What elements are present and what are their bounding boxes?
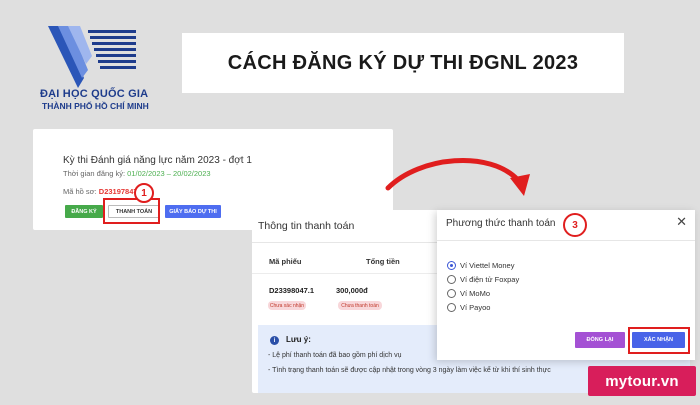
- watermark-text: mytour.vn: [605, 372, 679, 390]
- red-arrow-icon: [385, 157, 530, 196]
- payment-code: D23398047.1: [269, 286, 315, 295]
- application-code-value: D23197847: [98, 187, 138, 196]
- status-badge-unconfirmed: Chưa xác nhận: [268, 301, 306, 310]
- modal-title: Phương thức thanh toán: [446, 218, 556, 229]
- radio-selected-icon[interactable]: [447, 261, 456, 270]
- payment-option-viettel-money[interactable]: Ví Viettel Money: [447, 261, 514, 270]
- university-logo-icon: [48, 26, 136, 88]
- watermark-logo: mytour.vn: [588, 366, 696, 396]
- column-header-code: Mã phiếu: [269, 257, 302, 266]
- note-title: Lưu ý:: [286, 335, 311, 344]
- payment-option-label: Ví điện tử Foxpay: [460, 275, 520, 284]
- divider: [252, 242, 437, 243]
- university-logo: ĐẠI HỌC QUỐC GIA THÀNH PHỐ HỒ CHÍ MINH: [40, 26, 170, 111]
- payment-option-foxpay[interactable]: Ví điện tử Foxpay: [447, 275, 519, 284]
- note-line-1: - Lệ phí thanh toán đã bao gồm phí dịch …: [268, 352, 402, 359]
- radio-icon[interactable]: [447, 289, 456, 298]
- close-icon[interactable]: ✕: [676, 214, 687, 230]
- pay-button-highlight: [103, 198, 160, 224]
- registration-time-label: Thời gian đăng ký:: [63, 169, 126, 178]
- application-code-label: Mã hồ sơ:: [63, 187, 97, 196]
- page-title: CÁCH ĐĂNG KÝ DỰ THI ĐGNL 2023: [227, 51, 579, 74]
- application-code: Mã hồ sơ: D23197847: [63, 187, 138, 196]
- payment-option-label: Ví MoMo: [460, 289, 491, 298]
- step-badge-1: 1: [134, 183, 154, 203]
- confirm-button-highlight: [628, 327, 690, 354]
- payment-info-heading: Thông tin thanh toán: [258, 220, 355, 232]
- exam-notice-button[interactable]: GIẤY BÁO DỰ THI: [165, 205, 221, 218]
- payment-option-label: Ví Viettel Money: [460, 261, 515, 270]
- radio-icon[interactable]: [447, 275, 456, 284]
- exam-title: Kỳ thi Đánh giá năng lực năm 2023 - đợt …: [63, 155, 252, 166]
- info-icon: i: [270, 336, 279, 345]
- radio-icon[interactable]: [447, 303, 456, 312]
- logo-text-line1: ĐẠI HỌC QUỐC GIA: [40, 88, 149, 100]
- payment-option-label: Ví Payoo: [460, 303, 491, 312]
- title-banner: CÁCH ĐĂNG KÝ DỰ THI ĐGNL 2023: [182, 33, 624, 93]
- register-button[interactable]: ĐĂNG KÝ: [65, 205, 103, 218]
- registration-time: Thời gian đăng ký: 01/02/2023 – 20/02/20…: [63, 169, 211, 178]
- logo-text-line2: THÀNH PHỐ HỒ CHÍ MINH: [42, 101, 149, 111]
- payment-option-momo[interactable]: Ví MoMo: [447, 289, 490, 298]
- divider: [437, 240, 695, 241]
- column-header-total: Tổng tiền: [366, 257, 400, 266]
- payment-amount: 300,000đ: [336, 286, 368, 295]
- close-modal-button[interactable]: ĐÓNG LẠI: [575, 332, 625, 348]
- divider: [252, 273, 437, 274]
- status-badge-unpaid: Chưa thanh toán: [338, 301, 382, 310]
- payment-option-payoo[interactable]: Ví Payoo: [447, 303, 490, 312]
- note-line-2: - Tình trạng thanh toán sẽ được cập nhật…: [268, 367, 551, 374]
- registration-time-value: 01/02/2023 – 20/02/2023: [127, 169, 211, 178]
- step-badge-3: 3: [563, 213, 587, 237]
